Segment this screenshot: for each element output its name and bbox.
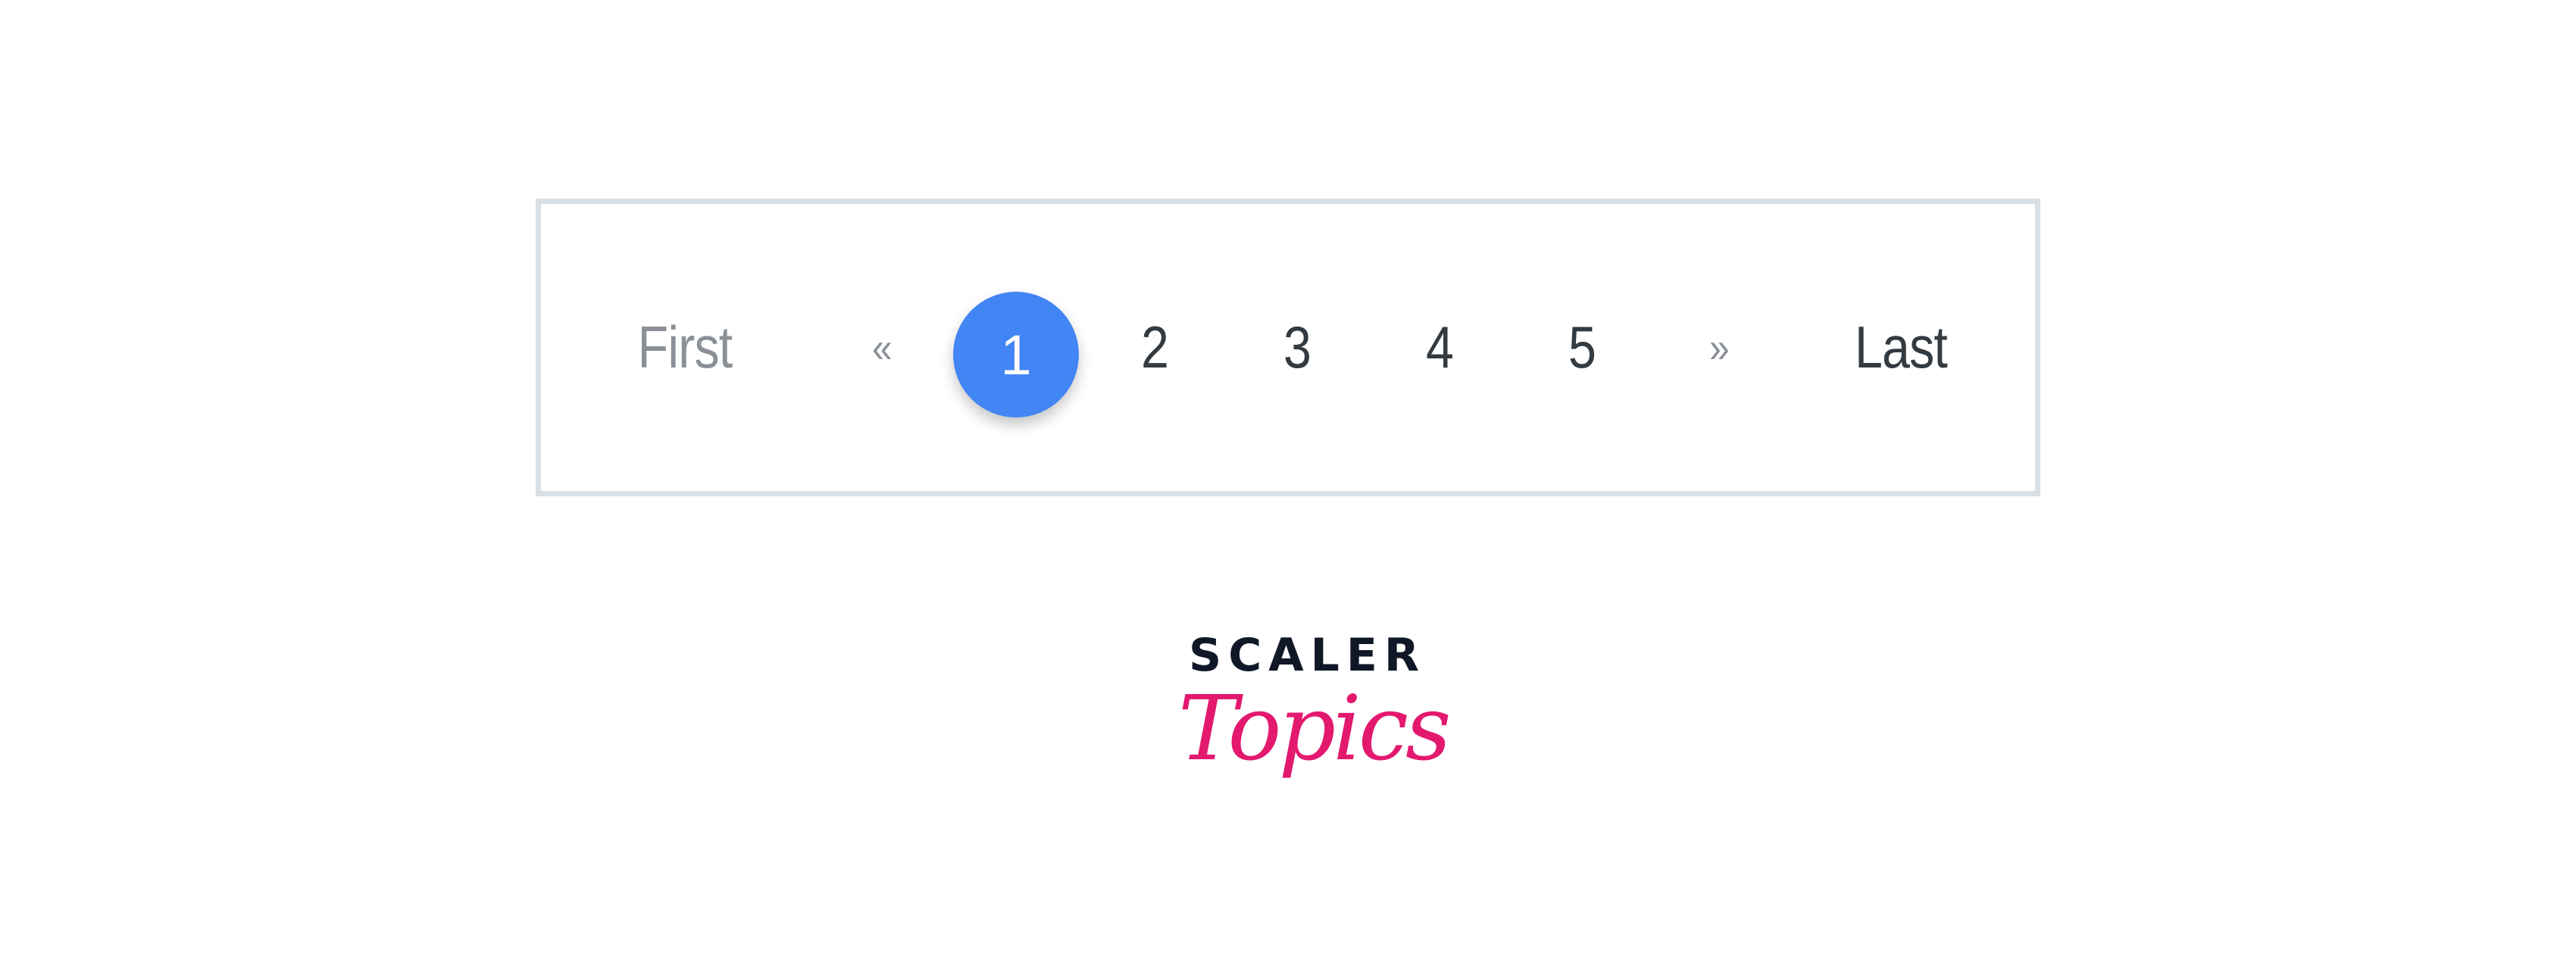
- pagination: First « 1 2 3 4 5 » Last: [536, 199, 2040, 496]
- page-5-link[interactable]: 5: [1556, 204, 1608, 491]
- page-1-button-active[interactable]: 1: [953, 292, 1079, 418]
- scaler-topics-logo: SCALER Topics: [1178, 629, 1452, 818]
- page-4-link[interactable]: 4: [1414, 204, 1465, 491]
- logo-topics-text: Topics: [1178, 676, 1452, 780]
- page-3-link[interactable]: 3: [1271, 204, 1323, 491]
- next-page-icon[interactable]: »: [1693, 204, 1745, 491]
- first-page-link[interactable]: First: [627, 204, 743, 491]
- previous-page-icon[interactable]: «: [856, 204, 908, 491]
- page-2-link[interactable]: 2: [1129, 204, 1180, 491]
- logo-scaler-text: SCALER: [1189, 629, 1427, 682]
- last-page-link[interactable]: Last: [1846, 204, 1956, 491]
